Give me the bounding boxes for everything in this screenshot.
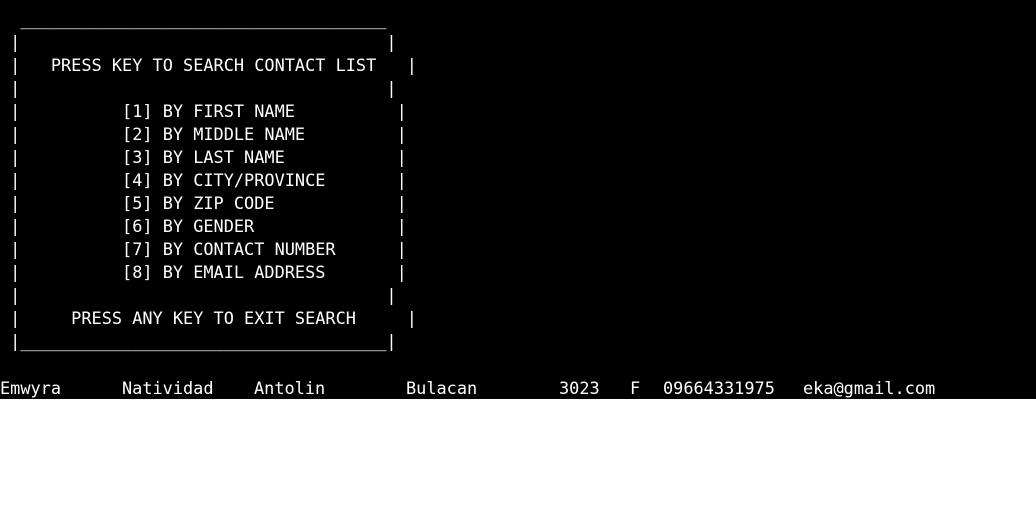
- contact-first-name: Emie: [0, 447, 41, 467]
- menu-option-last-name: | [3] BY LAST NAME |: [0, 147, 407, 167]
- contact-city: Bulacan: [406, 447, 478, 467]
- menu-option-gender: | [6] BY GENDER |: [0, 216, 407, 236]
- terminal-window[interactable]: ____________________________________ | |…: [0, 0, 1036, 506]
- contact-first-name: Kristine: [0, 424, 82, 444]
- contact-city: Taguig city: [406, 401, 518, 421]
- contact-gender: F: [630, 447, 641, 467]
- contact-middle-name: Slime: [122, 470, 173, 490]
- contact-number: 09664331975: [663, 378, 775, 398]
- contact-row: Kristine Yacat Coscolluela Manila 1001 F…: [0, 423, 1036, 446]
- menu-option-zip-code: | [5] BY ZIP CODE |: [0, 193, 407, 213]
- contact-email: kyk@yahoo.com: [803, 424, 936, 444]
- contact-number: 09876543212: [663, 470, 775, 490]
- contact-last-name: Jawod: [254, 401, 305, 421]
- menu-box-top-border: ____________________________________: [0, 9, 387, 29]
- menu-option-city-province: | [4] BY CITY/PROVINCE |: [0, 170, 407, 190]
- menu-option-middle-name: | [2] BY MIDDLE NAME |: [0, 124, 407, 144]
- contact-middle-name: Yacat: [122, 424, 173, 444]
- contact-middle-name: Natividad: [122, 378, 214, 398]
- contact-row: Emie Natividad Antolin Bulacan 3024 F 09…: [0, 446, 1036, 469]
- contact-gender: F: [630, 401, 641, 421]
- contact-email: ena@yahoo.com: [803, 447, 936, 467]
- menu-exit-instruction: | PRESS ANY KEY TO EXIT SEARCH |: [0, 308, 417, 328]
- contact-zip-code: 1234: [559, 470, 600, 490]
- contact-row: Rimuru Slime Tempest Forest Jura 1234 F …: [0, 469, 1036, 492]
- contact-zip-code: 3023: [559, 378, 600, 398]
- contact-number: 09153509496: [663, 447, 775, 467]
- menu-box-blank-line: | |: [0, 285, 397, 305]
- contact-gender: F: [630, 378, 641, 398]
- contact-first-name: Dane: [0, 401, 41, 421]
- contact-email: dnojawod@gmail.com: [803, 401, 987, 421]
- menu-box-blank-line: | |: [0, 78, 397, 98]
- contact-city: Manila: [406, 424, 468, 444]
- contact-email: eka@gmail.com: [803, 378, 936, 398]
- contact-gender: F: [630, 470, 641, 490]
- menu-option-contact-number: | [7] BY CONTACT NUMBER |: [0, 239, 407, 259]
- menu-box-blank-line: | |: [0, 32, 397, 52]
- contact-last-name: Antolin: [254, 447, 326, 467]
- contact-number: 09665337845: [663, 424, 775, 444]
- contact-zip-code: 1630: [559, 401, 600, 421]
- contact-last-name: Antolin: [254, 378, 326, 398]
- console-output: ____________________________________ | |…: [0, 0, 1036, 490]
- menu-option-email-address: | [8] BY EMAIL ADDRESS |: [0, 262, 407, 282]
- contact-row: Dane Olegario Jawod Taguig city 1630 F 0…: [0, 400, 1036, 423]
- contact-email: tempest@haha.com: [803, 470, 966, 490]
- contact-middle-name: Natividad: [122, 447, 214, 467]
- contact-gender: F: [630, 424, 641, 444]
- contact-number: 09999999999: [663, 401, 775, 421]
- contact-first-name: Rimuru: [0, 470, 62, 490]
- contact-zip-code: 3024: [559, 447, 600, 467]
- contact-last-name: Coscolluela: [254, 424, 366, 444]
- menu-option-first-name: | [1] BY FIRST NAME |: [0, 101, 407, 121]
- contact-city: Bulacan: [406, 378, 478, 398]
- menu-box-bottom-border: |____________________________________|: [0, 331, 397, 351]
- contact-row: Emwyra Natividad Antolin Bulacan 3023 F …: [0, 377, 1036, 400]
- contact-middle-name: Olegario: [122, 401, 204, 421]
- contact-last-name: Tempest: [254, 470, 326, 490]
- menu-heading: | PRESS KEY TO SEARCH CONTACT LIST |: [0, 55, 417, 75]
- contact-zip-code: 1001: [559, 424, 600, 444]
- contact-city: Forest Jura: [406, 470, 518, 490]
- contact-first-name: Emwyra: [0, 378, 62, 398]
